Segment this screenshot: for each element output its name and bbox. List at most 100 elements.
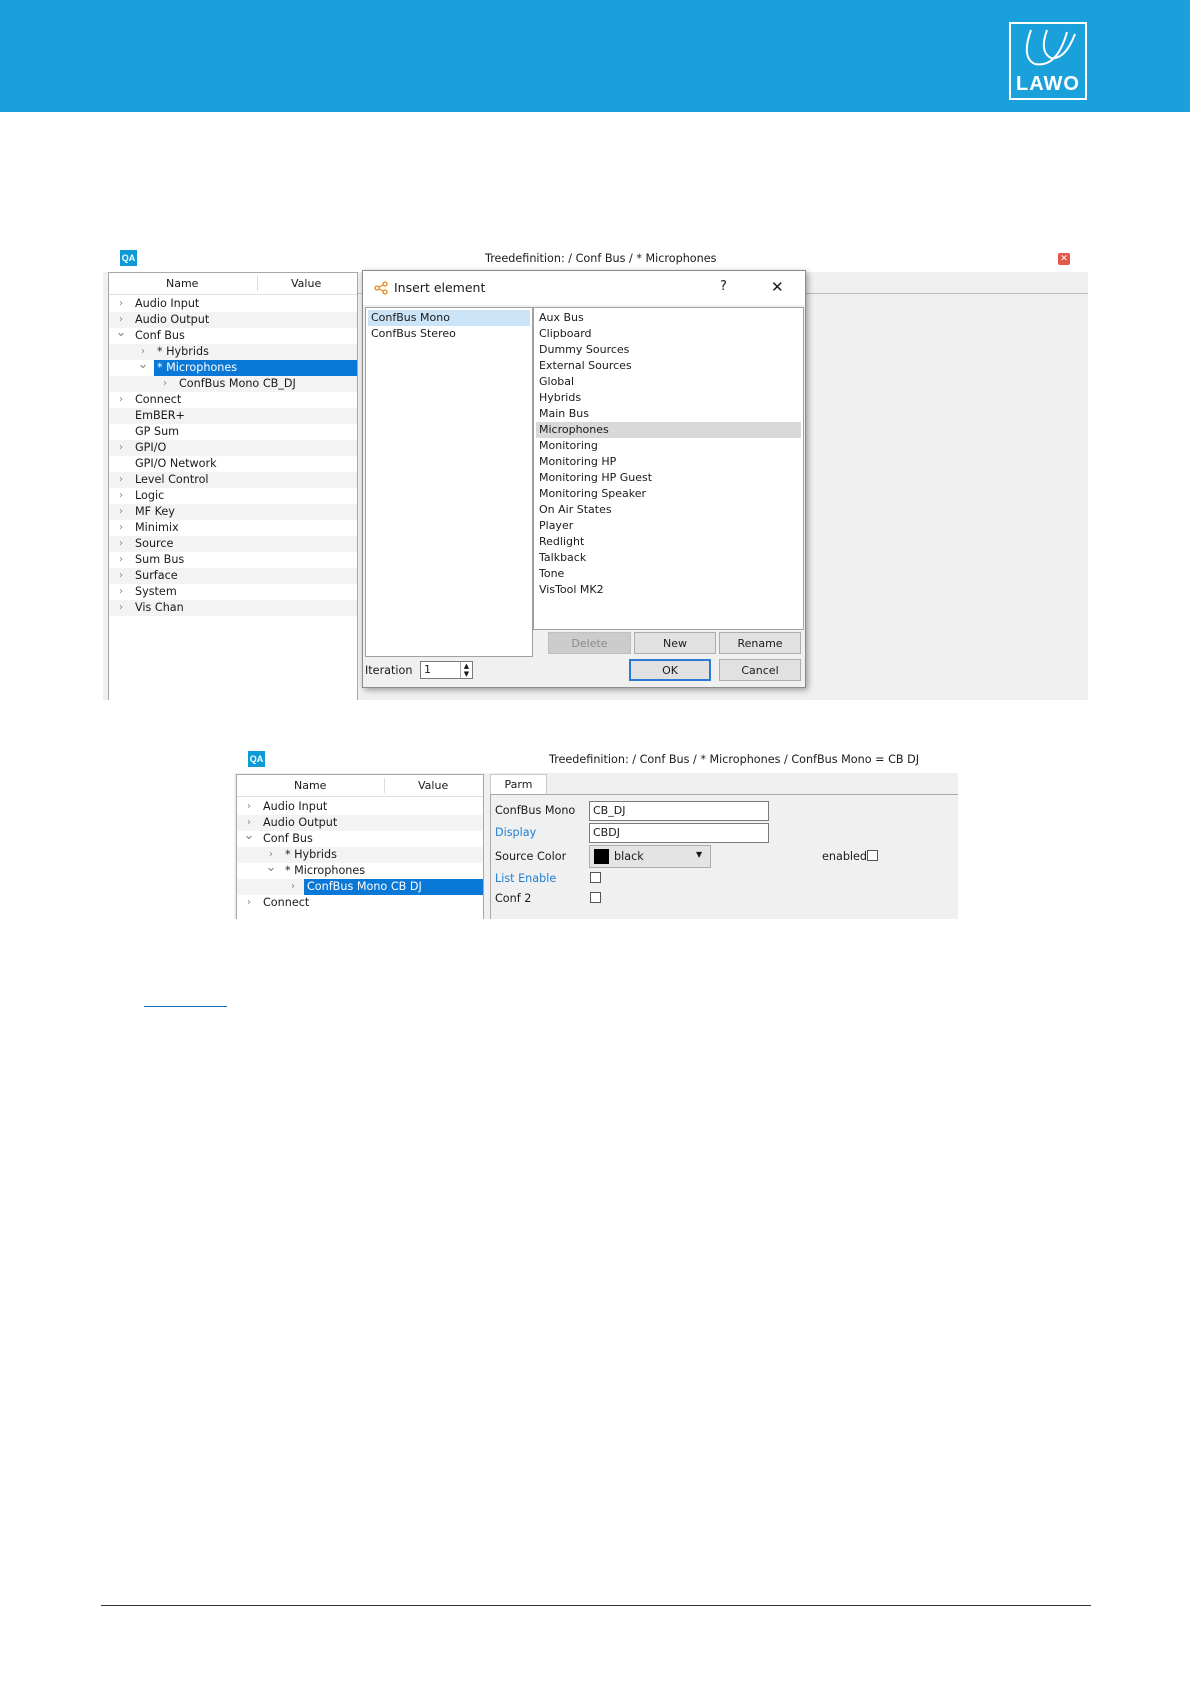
tree-row[interactable]: › Connect (109, 392, 357, 408)
chevron-down-icon[interactable]: ⌄ (243, 829, 255, 842)
list-item[interactable]: Monitoring (536, 438, 801, 454)
list-item[interactable]: Talkback (536, 550, 801, 566)
tree-row[interactable]: GPI/O Network (109, 456, 357, 472)
list-item[interactable]: Microphones (536, 422, 801, 438)
source-color-dropdown[interactable]: black ▼ (589, 845, 711, 868)
chevron-right-icon[interactable]: › (243, 895, 255, 911)
tree-row[interactable]: › MF Key (109, 504, 357, 520)
list-item[interactable]: Redlight (536, 534, 801, 550)
tree-row[interactable]: › Connect (237, 895, 483, 911)
new-button[interactable]: New (634, 632, 716, 654)
list-item[interactable]: ConfBus Stereo (368, 326, 530, 342)
tree-item-label: Audio Input (135, 297, 200, 310)
column-name-header[interactable]: Name (166, 273, 198, 294)
tree-row[interactable]: ⌄ Conf Bus (237, 829, 483, 847)
element-name-list[interactable]: Aux Bus Clipboard Dummy Sources External So… (533, 307, 804, 630)
tree-row[interactable]: GP Sum (109, 424, 357, 440)
tree-row[interactable]: ⌄ Conf Bus (109, 326, 357, 344)
help-button[interactable]: ? (720, 279, 727, 294)
list-item[interactable]: Dummy Sources (536, 342, 801, 358)
tab-parm[interactable]: Parm (490, 774, 547, 795)
confbus-mono-field[interactable]: CB_DJ (589, 801, 769, 821)
column-value-header[interactable]: Value (291, 273, 321, 294)
list-item[interactable]: External Sources (536, 358, 801, 374)
enabled-checkbox[interactable] (867, 850, 878, 861)
tree-row[interactable]: › Level Control (109, 472, 357, 488)
share-icon (374, 281, 388, 295)
chevron-right-icon[interactable]: › (159, 376, 171, 392)
tree-row[interactable]: › Source (109, 536, 357, 552)
tree-row[interactable]: › GPI/O (109, 440, 357, 456)
chevron-down-icon[interactable]: ⌄ (265, 861, 277, 874)
tree-row[interactable]: › Audio Input (237, 799, 483, 815)
tree-row[interactable]: › Audio Output (109, 312, 357, 328)
list-item[interactable]: Aux Bus (536, 310, 801, 326)
chevron-right-icon[interactable]: › (115, 488, 127, 504)
list-item[interactable]: Monitoring HP (536, 454, 801, 470)
chevron-right-icon[interactable]: › (115, 440, 127, 456)
list-item[interactable]: Monitoring HP Guest (536, 470, 801, 486)
list-item[interactable]: Player (536, 518, 801, 534)
list-item[interactable]: Tone (536, 566, 801, 582)
list-enable-checkbox[interactable] (590, 872, 601, 883)
column-value-header[interactable]: Value (418, 775, 448, 796)
qa-app-icon: QA (248, 751, 265, 767)
chevron-right-icon[interactable]: › (115, 520, 127, 536)
chevron-right-icon[interactable]: › (115, 600, 127, 616)
tree-row[interactable]: EmBER+ (109, 408, 357, 424)
list-item[interactable]: VisTool MK2 (536, 582, 801, 598)
ok-button[interactable]: OK (629, 659, 711, 681)
chevron-right-icon[interactable]: › (115, 472, 127, 488)
tree-item-label: Connect (135, 393, 182, 406)
chevron-down-icon[interactable]: ⌄ (115, 326, 127, 339)
tree-row[interactable]: › Logic (109, 488, 357, 504)
iteration-spinbox[interactable]: 1 ▲ ▼ (420, 661, 473, 679)
tree-row[interactable]: › ConfBus Mono CB DJ (237, 879, 483, 895)
chevron-right-icon[interactable]: › (287, 879, 299, 895)
conf2-checkbox[interactable] (590, 892, 601, 903)
tree-row[interactable]: › Sum Bus (109, 552, 357, 568)
chevron-down-icon[interactable]: ⌄ (137, 358, 149, 371)
tree-row[interactable]: › Surface (109, 568, 357, 584)
list-item[interactable]: Clipboard (536, 326, 801, 342)
tree-item-label: ConfBus Mono CB DJ (304, 879, 483, 895)
window-close-icon[interactable]: ✕ (1058, 253, 1070, 265)
element-type-list[interactable]: ConfBus Mono ConfBus Stereo (365, 307, 533, 657)
chevron-right-icon[interactable]: › (115, 552, 127, 568)
display-field[interactable]: CBDJ (589, 823, 769, 843)
tree-row[interactable]: › Minimix (109, 520, 357, 536)
spin-arrows-icon[interactable]: ▲ ▼ (460, 662, 472, 678)
cancel-button[interactable]: Cancel (719, 659, 801, 681)
chevron-right-icon[interactable]: › (115, 296, 127, 312)
column-name-header[interactable]: Name (294, 775, 326, 796)
list-item[interactable]: Monitoring Speaker (536, 486, 801, 502)
chevron-right-icon[interactable]: › (243, 799, 255, 815)
insert-element-dialog: Insert element ? ✕ ConfBus Mono ConfBus S… (362, 270, 806, 688)
tree-item-label: Vis Chan (135, 601, 184, 614)
tree-item-label: * Hybrids (285, 848, 337, 861)
hyperlink-underline[interactable] (144, 1006, 227, 1007)
list-item[interactable]: Hybrids (536, 390, 801, 406)
tree-row[interactable]: › Audio Output (237, 815, 483, 831)
list-item[interactable]: Main Bus (536, 406, 801, 422)
chevron-right-icon[interactable]: › (115, 584, 127, 600)
chevron-right-icon[interactable]: › (115, 568, 127, 584)
list-item[interactable]: On Air States (536, 502, 801, 518)
dialog-close-button[interactable]: ✕ (771, 278, 784, 296)
tree-item-label: * Hybrids (157, 345, 209, 358)
tree-row[interactable]: ⌄ * Microphones (237, 861, 483, 879)
tree-row[interactable]: › ConfBus Mono CB_DJ (109, 376, 357, 392)
delete-button[interactable]: Delete (548, 632, 631, 654)
tree-list: › Audio Input › Audio Output ⌄ Conf Bus › * Hyb… (237, 799, 483, 919)
chevron-right-icon[interactable]: › (115, 392, 127, 408)
chevron-right-icon[interactable]: › (115, 536, 127, 552)
tree-row[interactable]: › Audio Input (109, 296, 357, 312)
rename-button[interactable]: Rename (719, 632, 801, 654)
list-item[interactable]: ConfBus Mono (368, 310, 530, 326)
tree-row[interactable]: ⌄ * Microphones (109, 358, 357, 376)
list-item[interactable]: Global (536, 374, 801, 390)
tree-row[interactable]: › System (109, 584, 357, 600)
tree-row[interactable]: › Vis Chan (109, 600, 357, 616)
tree-item-label: EmBER+ (135, 409, 185, 422)
chevron-right-icon[interactable]: › (115, 504, 127, 520)
